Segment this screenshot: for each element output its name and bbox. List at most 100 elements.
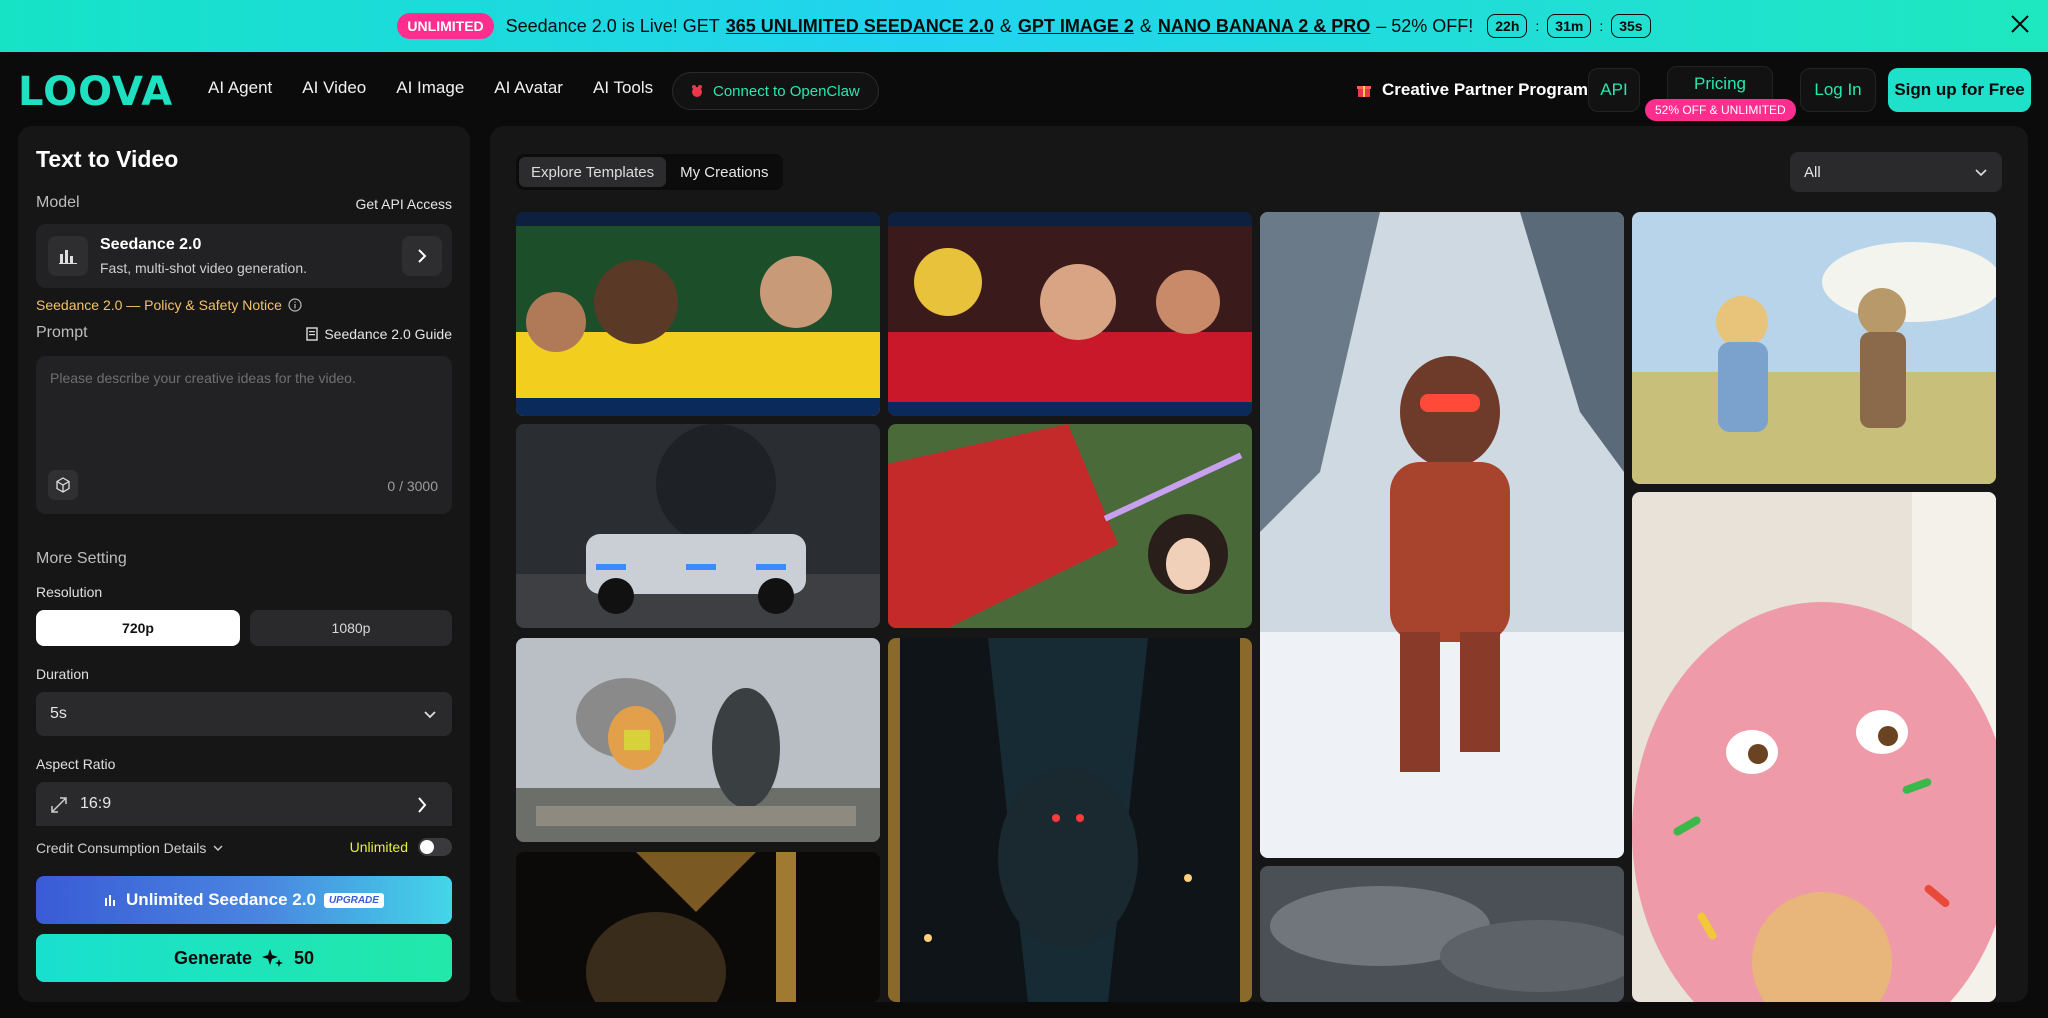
template-brazil-fans[interactable] [516, 212, 880, 416]
category-filter-select[interactable]: All [1790, 152, 2002, 192]
credit-label: Credit Consumption Details [36, 840, 207, 856]
expand-icon [51, 797, 67, 813]
resolution-1080p[interactable]: 1080p [250, 610, 452, 646]
promo-link-seedance[interactable]: 365 UNLIMITED SEEDANCE 2.0 [726, 16, 994, 37]
prompt-label: Prompt [36, 324, 88, 341]
policy-label: Seedance 2.0 — Policy & Safety Notice [36, 297, 282, 313]
login-button[interactable]: Log In [1800, 68, 1876, 112]
generate-label: Generate [173, 947, 252, 968]
page-scrollbar[interactable] [2040, 126, 2046, 1002]
nav-links: AI Agent AI Video AI Image AI Avatar AI … [208, 78, 653, 98]
nav-ai-image[interactable]: AI Image [396, 78, 464, 98]
template-gallery: Explore Templates My Creations All [490, 126, 2028, 1002]
seedance-guide-link[interactable]: Seedance 2.0 Guide [306, 326, 452, 342]
promo-link-nano-banana[interactable]: NANO BANANA 2 & PRO [1158, 16, 1370, 37]
chevron-down-icon [213, 845, 223, 851]
unlimited-switch-group: Unlimited [350, 838, 452, 856]
model-description: Fast, multi-shot video generation. [100, 260, 307, 276]
unlimited-seedance-label: Unlimited Seedance 2.0 [126, 890, 316, 909]
template-astronaut-snow[interactable] [1260, 212, 1624, 858]
gift-icon [1357, 86, 1371, 97]
model-selector[interactable]: Seedance 2.0 Fast, multi-shot video gene… [36, 224, 452, 288]
template-spain-fans[interactable] [888, 212, 1252, 416]
nav-ai-agent[interactable]: AI Agent [208, 78, 272, 98]
chevron-right-icon[interactable] [402, 236, 442, 276]
countdown-timer: 22h : 31m : 35s [1487, 14, 1651, 38]
duration-select[interactable]: 5s [36, 692, 452, 736]
model-icon [48, 236, 88, 276]
get-api-access-link[interactable]: Get API Access [356, 196, 453, 212]
upgrade-tag: UPGRADE [323, 892, 384, 908]
creative-partner-link[interactable]: Creative Partner Program [1356, 80, 1588, 100]
duration-value: 5s [50, 705, 67, 722]
gallery-tabs: Explore Templates My Creations [516, 154, 784, 190]
close-icon[interactable] [2008, 12, 2032, 36]
connect-openclaw-button[interactable]: Connect to OpenClaw [672, 72, 879, 110]
loova-logo[interactable]: LOOVA [18, 69, 173, 115]
timer-sep-2: : [1599, 18, 1604, 34]
chevron-down-icon [424, 711, 436, 719]
template-armored-vehicle[interactable] [516, 424, 880, 628]
generate-cost: 50 [294, 947, 315, 968]
pricing-discount-badge: 52% OFF & UNLIMITED [1645, 99, 1796, 121]
document-icon [306, 327, 319, 341]
model-label: Model [36, 194, 80, 211]
policy-notice-link[interactable]: Seedance 2.0 — Policy & Safety Notice [36, 297, 302, 313]
template-anime-swordsman[interactable] [888, 424, 1252, 628]
top-navigation: LOOVA AI Agent AI Video AI Image AI Avat… [0, 52, 2048, 126]
aspect-ratio-value: 16:9 [80, 795, 112, 812]
more-setting-label: More Setting [36, 550, 127, 567]
template-dark-castle-creature[interactable] [888, 638, 1252, 1002]
timer-hours: 22h [1487, 14, 1528, 38]
timer-seconds: 35s [1611, 14, 1651, 38]
info-icon [288, 298, 302, 312]
api-button[interactable]: API [1588, 68, 1640, 112]
openclaw-label: Connect to OpenClaw [713, 82, 860, 100]
unlimited-label: Unlimited [349, 839, 408, 855]
timer-minutes: 31m [1547, 14, 1592, 38]
resolution-label: Resolution [36, 584, 103, 600]
model-name: Seedance 2.0 [100, 236, 202, 253]
nav-ai-tools[interactable]: AI Tools [593, 78, 653, 98]
unlimited-seedance-button[interactable]: Unlimited Seedance 2.0 UPGRADE [36, 876, 452, 924]
filter-value: All [1804, 163, 1821, 181]
template-stormy-sky[interactable] [1260, 866, 1624, 1002]
aspect-ratio-selector[interactable]: 16:9 [36, 782, 452, 826]
promo-text-pre: Seedance 2.0 is Live! GET [505, 15, 720, 36]
promo-link-gpt-image[interactable]: GPT IMAGE 2 [1018, 16, 1134, 37]
guide-label: Seedance 2.0 Guide [324, 326, 452, 342]
unlimited-toggle[interactable] [418, 838, 452, 856]
signup-button[interactable]: Sign up for Free [1888, 68, 2031, 112]
random-prompt-icon[interactable] [48, 470, 78, 500]
duration-label: Duration [36, 666, 89, 682]
template-anime-countryside[interactable] [1632, 212, 1996, 484]
character-counter: 0 / 3000 [387, 478, 438, 494]
creative-partner-label: Creative Partner Program [1382, 80, 1588, 99]
claw-icon [692, 85, 702, 97]
generate-button[interactable]: Generate 50 [36, 934, 452, 982]
unlimited-badge: UNLIMITED [397, 13, 494, 39]
tab-my-creations[interactable]: My Creations [668, 157, 780, 187]
text-to-video-panel: Text to Video Model Get API Access Seeda… [18, 126, 470, 1002]
nav-ai-avatar[interactable]: AI Avatar [494, 78, 563, 98]
panel-title: Text to Video [36, 146, 179, 172]
aspect-ratio-label: Aspect Ratio [36, 756, 116, 772]
chart-icon [105, 895, 116, 906]
promo-amp-1: & [999, 15, 1012, 36]
nav-ai-video[interactable]: AI Video [302, 78, 366, 98]
template-golden-warrior[interactable] [516, 852, 880, 1002]
resolution-720p[interactable]: 720p [36, 610, 240, 646]
promo-amp-2: & [1139, 15, 1152, 36]
template-donut-character[interactable] [1632, 492, 1996, 1002]
credit-consumption-toggle[interactable]: Credit Consumption Details [36, 840, 224, 856]
template-cat-vs-godzilla[interactable] [516, 638, 880, 842]
prompt-placeholder: Please describe your creative ideas for … [50, 370, 356, 386]
tab-explore-templates[interactable]: Explore Templates [519, 157, 667, 187]
timer-sep-1: : [1535, 18, 1540, 34]
promo-banner: UNLIMITED Seedance 2.0 is Live! GET 365 … [0, 0, 2048, 52]
promo-text: Seedance 2.0 is Live! GET 365 UNLIMITED … [506, 16, 1474, 37]
chevron-right-icon [418, 797, 427, 813]
prompt-input[interactable]: Please describe your creative ideas for … [36, 356, 452, 514]
sparkle-icon [262, 949, 283, 967]
chevron-down-icon [1975, 169, 1987, 177]
